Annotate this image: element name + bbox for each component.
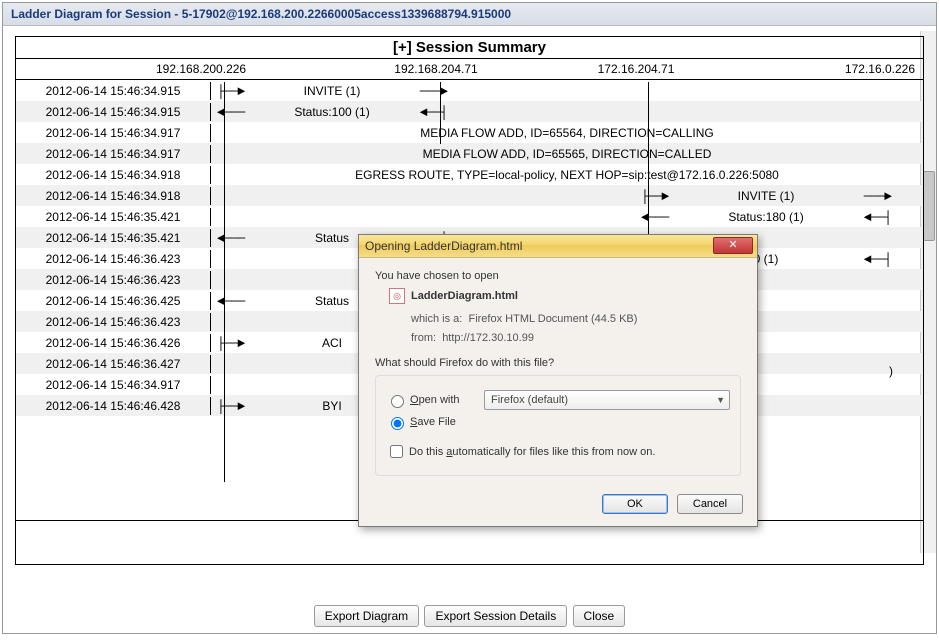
timestamp-cell: 2012-06-14 15:46:34.917 <box>16 145 211 163</box>
close-button[interactable]: Close <box>573 605 626 627</box>
bottom-extra <box>15 521 924 565</box>
timestamp-cell: 2012-06-14 15:46:36.425 <box>16 292 211 310</box>
ip-header-row: 192.168.200.226 192.168.204.71 172.16.20… <box>16 59 923 80</box>
whichis-value: Firefox HTML Document (44.5 KB) <box>468 313 637 325</box>
table-row: 2012-06-14 15:46:34.917MEDIA FLOW ADD, I… <box>16 122 923 143</box>
table-row: 2012-06-14 15:46:34.918EGRESS ROUTE, TYP… <box>16 164 923 185</box>
dialog-footer: OK Cancel <box>359 484 757 526</box>
export-diagram-button[interactable]: Export Diagram <box>314 605 419 627</box>
ip-col-4: 172.16.0.226 <box>736 59 923 79</box>
dialog-options-group: Open with Firefox (default) ▼ Save File … <box>375 375 741 476</box>
from-label: from: <box>411 332 436 344</box>
open-with-label: Open with <box>410 394 484 406</box>
table-row: 2012-06-14 15:46:34.917MEDIA FLOW ADD, I… <box>16 143 923 164</box>
do-automatically-checkbox[interactable] <box>390 445 403 458</box>
window-title: Ladder Diagram for Session - 5-17902@192… <box>3 3 936 26</box>
timestamp-cell: 2012-06-14 15:46:34.918 <box>16 187 211 205</box>
table-row: 2012-06-14 15:46:34.915├──►INVITE (1)───… <box>16 80 923 101</box>
open-with-radio[interactable] <box>391 395 404 408</box>
timestamp-cell: 2012-06-14 15:46:34.918 <box>16 166 211 184</box>
table-row: 2012-06-14 15:46:34.915◄───Status:100 (1… <box>16 101 923 122</box>
dialog-intro: You have chosen to open <box>375 270 741 282</box>
timestamp-cell: 2012-06-14 15:46:35.421 <box>16 229 211 247</box>
timestamp-cell: 2012-06-14 15:46:36.427 <box>16 355 211 373</box>
ip-col-2: 192.168.204.71 <box>336 59 536 79</box>
timestamp-cell: 2012-06-14 15:46:34.917 <box>16 376 211 394</box>
session-summary-header[interactable]: [+] Session Summary <box>16 37 923 59</box>
timestamp-cell: 2012-06-14 15:46:34.915 <box>16 82 211 100</box>
open-with-app: Firefox (default) <box>491 394 568 406</box>
message-cell: ├──►INVITE (1)───► <box>211 82 923 100</box>
lane-line-1 <box>224 82 225 482</box>
timestamp-cell: 2012-06-14 15:46:34.915 <box>16 103 211 121</box>
timestamp-cell: 2012-06-14 15:46:46.428 <box>16 397 211 415</box>
whichis-label: which is a: <box>411 313 462 325</box>
bottom-button-bar: Export Diagram Export Session Details Cl… <box>3 605 936 627</box>
file-icon: ◎ <box>389 288 405 304</box>
message-cell: ◄───Status:100 (1)◄──┤ <box>211 103 923 121</box>
dialog-titlebar: Opening LadderDiagram.html ✕ <box>359 235 757 258</box>
timestamp-cell: 2012-06-14 15:46:36.423 <box>16 313 211 331</box>
save-file-radio[interactable] <box>391 417 404 430</box>
message-cell: EGRESS ROUTE, TYPE=local-policy, NEXT HO… <box>211 166 923 184</box>
timestamp-cell: 2012-06-14 15:46:34.917 <box>16 124 211 142</box>
message-cell: ├──►INVITE (1)───► <box>211 187 923 205</box>
ip-col-1: 192.168.200.226 <box>156 59 336 79</box>
dialog-title-text: Opening LadderDiagram.html <box>365 239 522 253</box>
do-automatically-label: Do this automatically for files like thi… <box>409 446 655 458</box>
export-session-details-button[interactable]: Export Session Details <box>424 605 567 627</box>
dialog-question: What should Firefox do with this file? <box>375 357 741 369</box>
ip-col-3: 172.16.204.71 <box>536 59 736 79</box>
timestamp-cell: 2012-06-14 15:46:36.426 <box>16 334 211 352</box>
table-row: 2012-06-14 15:46:34.918├──►INVITE (1)───… <box>16 185 923 206</box>
message-cell: MEDIA FLOW ADD, ID=65565, DIRECTION=CALL… <box>211 145 923 163</box>
download-dialog: Opening LadderDiagram.html ✕ You have ch… <box>358 234 758 527</box>
timestamp-cell: 2012-06-14 15:46:36.423 <box>16 250 211 268</box>
ok-button[interactable]: OK <box>602 494 668 514</box>
open-with-combobox[interactable]: Firefox (default) ▼ <box>484 390 730 410</box>
dialog-filename: LadderDiagram.html <box>411 290 518 302</box>
from-value: http://172.30.10.99 <box>442 332 534 344</box>
message-cell: MEDIA FLOW ADD, ID=65564, DIRECTION=CALL… <box>211 124 923 142</box>
table-row: 2012-06-14 15:46:35.421◄───Status:180 (1… <box>16 206 923 227</box>
timestamp-cell: 2012-06-14 15:46:35.421 <box>16 208 211 226</box>
save-file-label: Save File <box>410 416 456 428</box>
message-cell: ◄───Status:180 (1)◄──┤ <box>211 208 923 226</box>
chevron-down-icon: ▼ <box>716 395 725 405</box>
dialog-close-button[interactable]: ✕ <box>713 237 753 254</box>
timestamp-cell: 2012-06-14 15:46:36.423 <box>16 271 211 289</box>
dialog-body: You have chosen to open ◎ LadderDiagram.… <box>359 258 757 484</box>
cancel-button[interactable]: Cancel <box>677 494 743 514</box>
